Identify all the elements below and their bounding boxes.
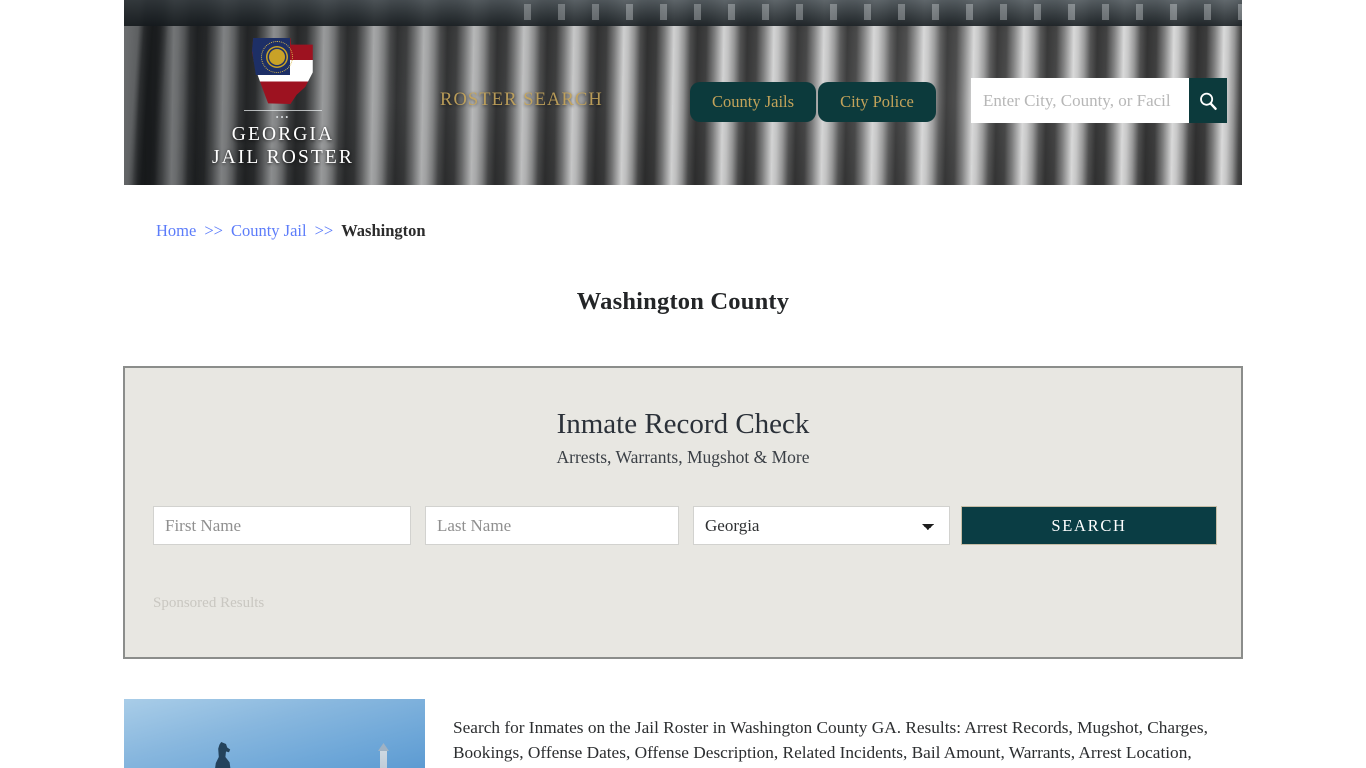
breadcrumb-item-current: Washington (341, 221, 426, 240)
header-search-form (971, 78, 1227, 123)
site-logo[interactable]: ••• GEORGIA JAIL ROSTER (188, 38, 378, 169)
content-paragraph: Search for Inmates on the Jail Roster in… (453, 718, 1208, 768)
breadcrumb: Home >> County Jail >> Washington (156, 220, 426, 242)
breadcrumb-separator: >> (204, 221, 223, 240)
site-header-banner: ••• GEORGIA JAIL ROSTER ROSTER SEARCH Co… (124, 0, 1242, 185)
header-search-input[interactable] (971, 78, 1189, 123)
panel-subheading: Arrests, Warrants, Mugshot & More (556, 447, 810, 467)
inmate-search-form: Georgia SEARCH (153, 506, 1217, 545)
primary-nav: County Jails City Police (690, 82, 936, 122)
nav-item-county-jails[interactable]: County Jails (690, 82, 817, 122)
last-name-input[interactable] (425, 506, 680, 545)
monument-silhouette (380, 750, 387, 768)
logo-dots: ••• (275, 113, 291, 122)
breadcrumb-item-home[interactable]: Home (156, 221, 196, 240)
logo-title-line2: JAIL ROSTER (211, 147, 355, 168)
page-title: Washington County (576, 288, 790, 316)
state-select[interactable]: Georgia (693, 506, 951, 545)
sponsored-results-label: Sponsored Results (153, 595, 265, 611)
first-name-input[interactable] (153, 506, 411, 545)
logo-divider (244, 110, 322, 111)
content-section: Search for Inmates on the Jail Roster in… (124, 699, 1244, 768)
header-tagline: ROSTER SEARCH (440, 90, 603, 110)
inmate-record-check-panel: Inmate Record Check Arrests, Warrants, M… (123, 366, 1243, 659)
page-root: ••• GEORGIA JAIL ROSTER ROSTER SEARCH Co… (0, 0, 1366, 768)
nav-item-city-police[interactable]: City Police (818, 82, 936, 122)
search-button[interactable]: SEARCH (961, 506, 1217, 545)
logo-title-line1: GEORGIA (231, 124, 335, 145)
county-photo-thumbnail (124, 699, 425, 768)
georgia-state-flag-icon (252, 38, 314, 104)
header-search-button[interactable] (1189, 78, 1227, 123)
search-icon (1200, 92, 1217, 110)
breadcrumb-separator: >> (314, 221, 334, 240)
breadcrumb-item-county-jail[interactable]: County Jail (231, 221, 307, 240)
panel-heading: Inmate Record Check (556, 408, 810, 440)
